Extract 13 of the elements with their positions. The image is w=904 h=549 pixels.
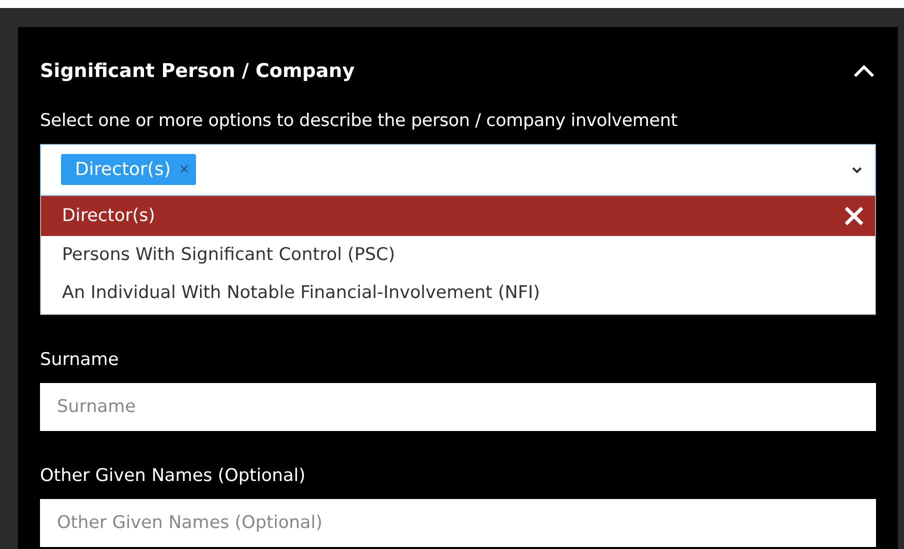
field-label: Surname: [40, 348, 120, 372]
dropdown-option[interactable]: Persons With Significant Control (PSC): [41, 236, 875, 274]
text-field[interactable]: Surname: [40, 383, 876, 431]
collapse-button[interactable]: [852, 63, 876, 80]
dropdown-option[interactable]: An Individual With Notable Financial-Involvement (NFI): [41, 274, 875, 312]
close-icon[interactable]: [843, 204, 865, 227]
selected-tag: Director(s) ×: [61, 154, 196, 186]
field-label: Other Given Names (Optional): [40, 465, 306, 488]
text-field[interactable]: Other Given Names (Optional): [40, 499, 876, 548]
field-label: Select one or more options to describe the person / company involvement: [40, 110, 678, 132]
caret-icon: [851, 166, 863, 174]
panel-title: Significant Person / Company: [40, 59, 355, 84]
dropdown-option[interactable]: Director(s): [41, 196, 875, 236]
